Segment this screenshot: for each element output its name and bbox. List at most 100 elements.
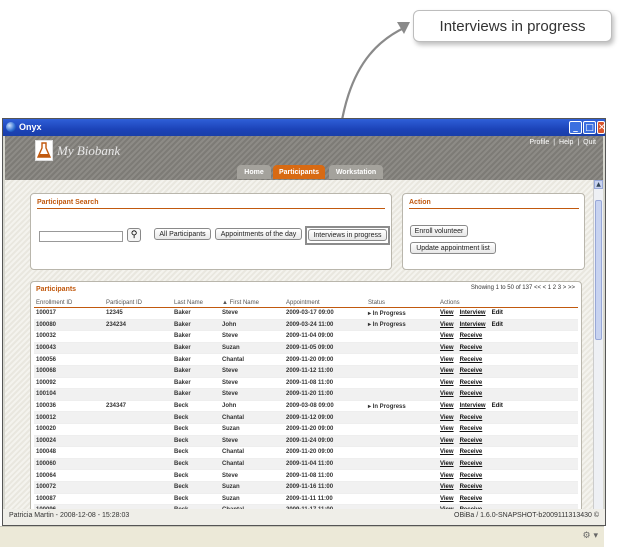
view-link[interactable]: View — [440, 403, 454, 409]
table-row: 100032 Baker Steve 2009-11-04 09:00 View Rece… — [34, 330, 578, 343]
actions-cell: View Receive — [438, 423, 578, 436]
first-name-cell: Steve — [220, 435, 284, 448]
table-row: 100024 Beck Steve 2009-11-24 09:00 View Recei… — [34, 435, 578, 448]
receive-link[interactable]: Receive — [460, 380, 483, 386]
status-globe-icon: ⚙ ▾ — [582, 531, 598, 541]
receive-link[interactable]: Receive — [460, 438, 483, 444]
status-cell — [366, 342, 438, 355]
view-link[interactable]: View — [440, 415, 454, 421]
tab-workstation[interactable]: Workstation — [329, 165, 383, 179]
view-link[interactable]: View — [440, 484, 454, 490]
column-header[interactable]: Enrollment ID — [34, 298, 104, 308]
view-link[interactable]: View — [440, 368, 454, 374]
receive-link[interactable]: Receive — [460, 357, 483, 363]
appointment-cell: 2009-11-12 09:00 — [284, 411, 366, 424]
divider — [37, 208, 385, 209]
enrollment-id-cell: 100064 — [34, 469, 104, 482]
receive-link[interactable]: Receive — [460, 391, 483, 397]
table-row: 100104 Baker Steve 2009-11-20 11:00 View Rece… — [34, 388, 578, 401]
magnifier-icon[interactable]: ⚲ — [127, 228, 141, 242]
table-header-row: Enrollment ID Participant ID Last Name ▲… — [34, 298, 578, 308]
edit-link[interactable]: Edit — [492, 403, 503, 409]
view-link[interactable]: View — [440, 380, 454, 386]
appointment-cell: 2009-11-05 09:00 — [284, 342, 366, 355]
receive-link[interactable]: Receive — [460, 484, 483, 490]
view-link[interactable]: View — [440, 461, 454, 467]
last-name-cell: Baker — [172, 319, 220, 332]
interview-link[interactable]: Interview — [460, 322, 486, 328]
scroll-thumb[interactable] — [595, 200, 602, 340]
all-participants-button[interactable]: All Participants — [154, 228, 211, 240]
receive-link[interactable]: Receive — [460, 415, 483, 421]
actions-cell: View Interview Edit — [438, 319, 578, 332]
edit-link[interactable]: Edit — [492, 310, 503, 316]
appointment-cell: 2009-03-08 09:00 — [284, 400, 366, 413]
participant-id-cell — [104, 435, 172, 448]
column-header[interactable]: Status — [366, 298, 438, 308]
receive-link[interactable]: Receive — [460, 333, 483, 339]
pagination[interactable]: Showing 1 to 50 of 137 << < 1 2 3 > >> — [471, 285, 575, 291]
close-button[interactable]: ✕ — [597, 121, 606, 134]
receive-link[interactable]: Receive — [460, 473, 483, 479]
minimize-button[interactable]: _ — [569, 121, 582, 134]
table-row: 100036 234347 Beck John 2009-03-08 09:00 ▸ In… — [34, 400, 578, 413]
status-cell — [366, 435, 438, 448]
view-link[interactable]: View — [440, 426, 454, 432]
enroll-volunteer-button[interactable]: Enroll volunteer — [410, 225, 468, 237]
column-header[interactable]: Participant ID — [104, 298, 172, 308]
table-row: 100087 Beck Suzan 2009-11-11 11:00 View Recei… — [34, 493, 578, 506]
search-input[interactable] — [39, 231, 123, 242]
vertical-scrollbar[interactable]: ▲ ▼ — [593, 180, 603, 523]
view-link[interactable]: View — [440, 322, 454, 328]
first-name-cell: Suzan — [220, 481, 284, 494]
view-link[interactable]: View — [440, 333, 454, 339]
tab-participants[interactable]: Participants — [273, 165, 325, 179]
view-link[interactable]: View — [440, 449, 454, 455]
actions-cell: View Receive — [438, 469, 578, 482]
edit-link[interactable]: Edit — [492, 322, 503, 328]
first-name-cell: Steve — [220, 365, 284, 378]
quit-link[interactable]: Quit — [583, 139, 596, 146]
enrollment-id-cell: 100104 — [34, 388, 104, 401]
update-appointment-list-button[interactable]: Update appointment list — [410, 242, 496, 254]
maximize-button[interactable]: □ — [583, 121, 596, 134]
receive-link[interactable]: Receive — [460, 496, 483, 502]
view-link[interactable]: View — [440, 473, 454, 479]
interview-link[interactable]: Interview — [460, 403, 486, 409]
view-link[interactable]: View — [440, 345, 454, 351]
profile-link[interactable]: Profile — [529, 139, 549, 146]
scroll-up-icon[interactable]: ▲ — [594, 180, 603, 189]
receive-link[interactable]: Receive — [460, 449, 483, 455]
help-link[interactable]: Help — [559, 139, 573, 146]
view-link[interactable]: View — [440, 310, 454, 316]
receive-link[interactable]: Receive — [460, 345, 483, 351]
column-header-sorted[interactable]: ▲ First Name — [220, 298, 284, 308]
table-row: 100056 Baker Chantal 2009-11-20 09:00 View Re… — [34, 353, 578, 366]
first-name-cell: Steve — [220, 377, 284, 390]
view-link[interactable]: View — [440, 357, 454, 363]
interview-link[interactable]: Interview — [460, 310, 486, 316]
appointment-cell: 2009-03-17 09:00 — [284, 307, 366, 320]
table-row: 100020 Beck Suzan 2009-11-20 09:00 View Recei… — [34, 423, 578, 436]
receive-link[interactable]: Receive — [460, 368, 483, 374]
link-separator: | — [577, 139, 580, 146]
first-name-cell: Chantal — [220, 458, 284, 471]
receive-link[interactable]: Receive — [460, 426, 483, 432]
divider — [409, 208, 579, 209]
enrollment-id-cell: 100068 — [34, 365, 104, 378]
appointment-cell: 2009-11-04 09:00 — [284, 330, 366, 343]
view-link[interactable]: View — [440, 438, 454, 444]
column-header[interactable]: Appointment — [284, 298, 366, 308]
view-link[interactable]: View — [440, 496, 454, 502]
appointments-of-the-day-button[interactable]: Appointments of the day — [215, 228, 302, 240]
view-link[interactable]: View — [440, 391, 454, 397]
appointment-cell: 2009-11-08 11:00 — [284, 469, 366, 482]
interviews-in-progress-button[interactable]: Interviews in progress — [308, 229, 387, 241]
actions-cell: View Receive — [438, 435, 578, 448]
receive-link[interactable]: Receive — [460, 461, 483, 467]
appointment-cell: 2009-11-12 11:00 — [284, 365, 366, 378]
column-header[interactable]: Last Name — [172, 298, 220, 308]
app-content: My Biobank Profile | Help | Quit Home Pa… — [5, 136, 603, 523]
window-title: Onyx — [19, 122, 42, 132]
tab-home[interactable]: Home — [237, 165, 271, 179]
